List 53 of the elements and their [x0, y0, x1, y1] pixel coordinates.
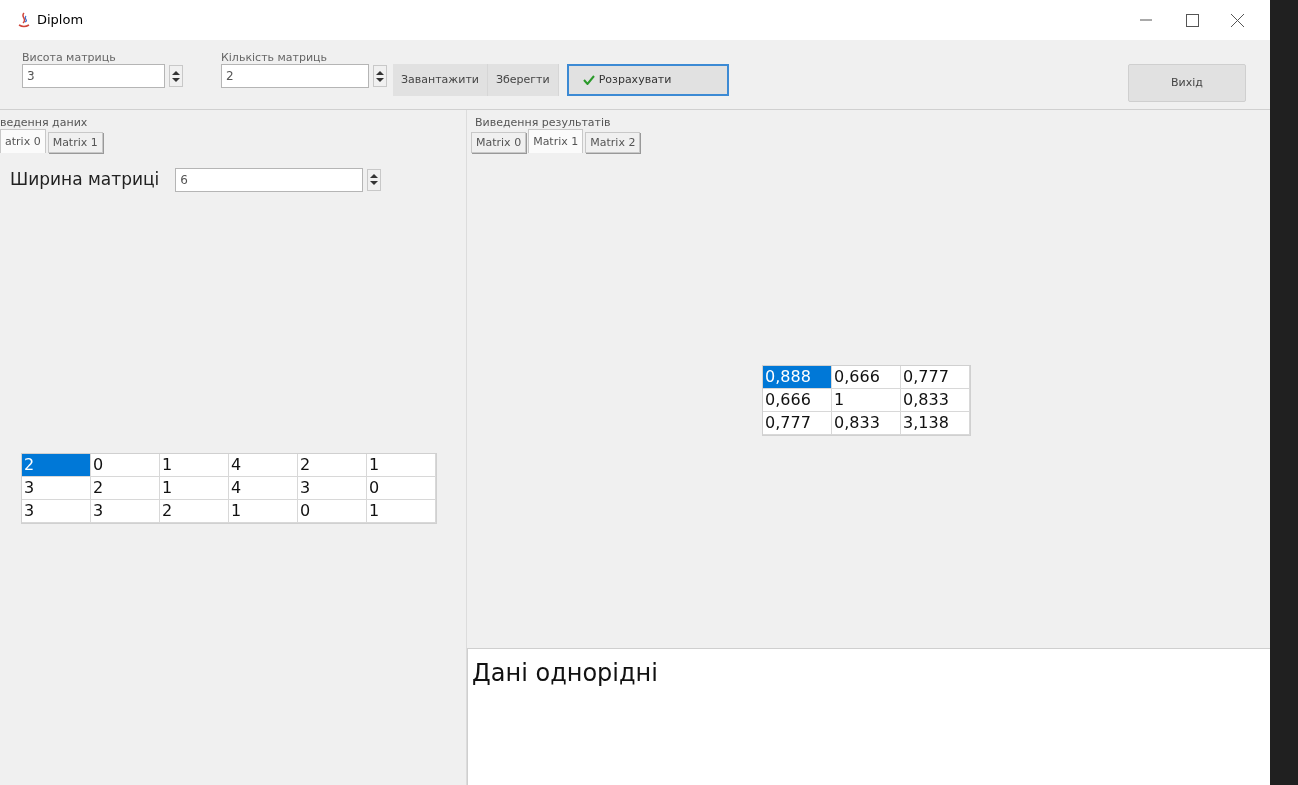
- table-cell[interactable]: 1: [367, 499, 436, 523]
- table-cell[interactable]: 1: [160, 476, 229, 500]
- tab[interactable]: Matrix 1: [528, 129, 584, 153]
- tab[interactable]: Matrix 0: [471, 132, 527, 153]
- table-cell[interactable]: 0,833: [832, 412, 901, 435]
- table-cell[interactable]: 3: [91, 499, 160, 523]
- spinner-arrows-icon[interactable]: [169, 65, 183, 87]
- table-cell[interactable]: 3: [22, 499, 91, 523]
- table-cell[interactable]: 0,777: [901, 366, 970, 389]
- spinner-arrows-icon[interactable]: [367, 168, 382, 191]
- table-cell[interactable]: 2: [91, 476, 160, 500]
- tab[interactable]: Matrix 2: [585, 132, 641, 153]
- table-cell[interactable]: 2: [160, 499, 229, 523]
- app-icon: [17, 12, 31, 28]
- width-label: Ширина матриці: [10, 168, 160, 191]
- field-label: Кількість матриць: [221, 52, 329, 64]
- table-cell[interactable]: 0: [91, 453, 160, 477]
- toolbar-button[interactable]: Зберегти: [488, 64, 559, 96]
- panel-title: ведення даних: [0, 116, 89, 129]
- message-area[interactable]: Дані однорідні: [467, 648, 1270, 785]
- spinner-field[interactable]: 2: [221, 64, 369, 88]
- table-cell[interactable]: 1: [160, 453, 229, 477]
- table-cell[interactable]: 3,138: [901, 412, 970, 435]
- toolbar-button[interactable]: Завантажити: [393, 64, 488, 96]
- table-cell[interactable]: 1: [229, 499, 298, 523]
- tab[interactable]: atrix 0: [0, 129, 46, 153]
- check-icon: [582, 75, 595, 85]
- table-cell[interactable]: 2: [298, 453, 367, 477]
- table-cell[interactable]: 1: [367, 453, 436, 477]
- close-icon[interactable]: [1231, 13, 1244, 27]
- spinner-arrows-icon[interactable]: [373, 65, 387, 87]
- table-cell[interactable]: 0,833: [901, 389, 970, 412]
- panel-title: Виведення результатів: [475, 116, 612, 129]
- table-cell[interactable]: 0: [298, 499, 367, 523]
- spinner-field[interactable]: 6: [175, 167, 364, 192]
- spinner-field[interactable]: 3: [22, 64, 165, 88]
- table-cell[interactable]: 3: [298, 476, 367, 500]
- tab[interactable]: Matrix 1: [47, 132, 103, 153]
- calculate-button[interactable]: Розрахувати: [566, 64, 729, 96]
- table-cell[interactable]: 4: [229, 453, 298, 477]
- table-cell[interactable]: 0,888: [763, 366, 832, 389]
- table-cell[interactable]: 0,666: [832, 366, 901, 389]
- table-cell[interactable]: 3: [22, 476, 91, 500]
- table-cell[interactable]: 2: [22, 453, 91, 477]
- table-cell[interactable]: 4: [229, 476, 298, 500]
- field-label: Висота матриць: [22, 52, 117, 64]
- window-title: Diplom: [37, 11, 84, 30]
- table-cell[interactable]: 0,666: [763, 389, 832, 412]
- table-cell[interactable]: 0,777: [763, 412, 832, 435]
- maximize-icon[interactable]: [1186, 13, 1199, 27]
- table-cell[interactable]: 0: [367, 476, 436, 500]
- table-cell[interactable]: 1: [832, 389, 901, 412]
- exit-button[interactable]: Вихід: [1128, 64, 1246, 102]
